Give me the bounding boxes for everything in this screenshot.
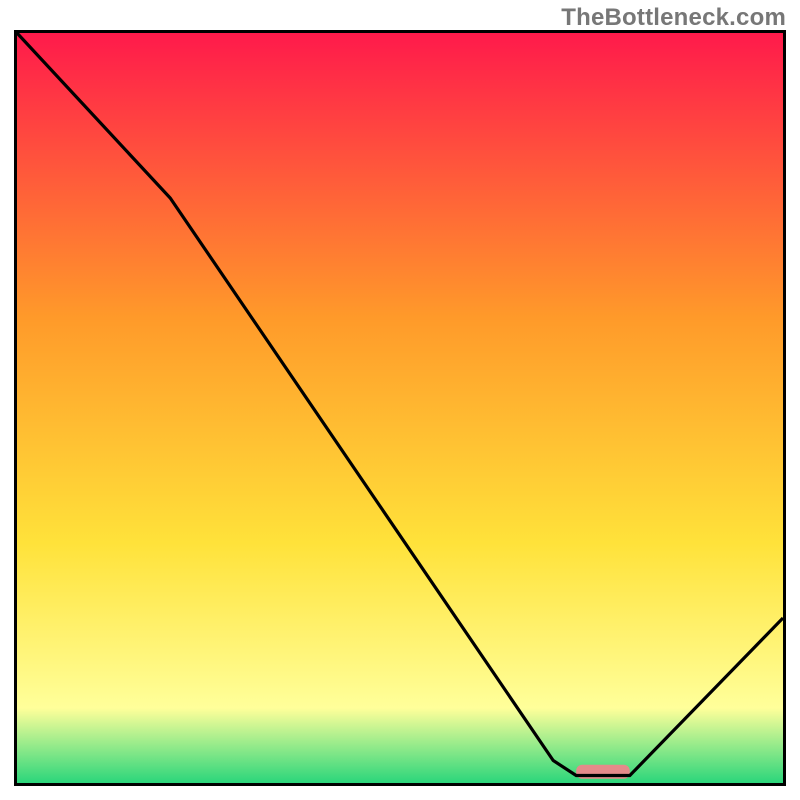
watermark-text: TheBottleneck.com [561, 4, 786, 32]
chart-area [14, 30, 786, 786]
chart-background [17, 33, 783, 783]
chart-svg [17, 33, 783, 783]
